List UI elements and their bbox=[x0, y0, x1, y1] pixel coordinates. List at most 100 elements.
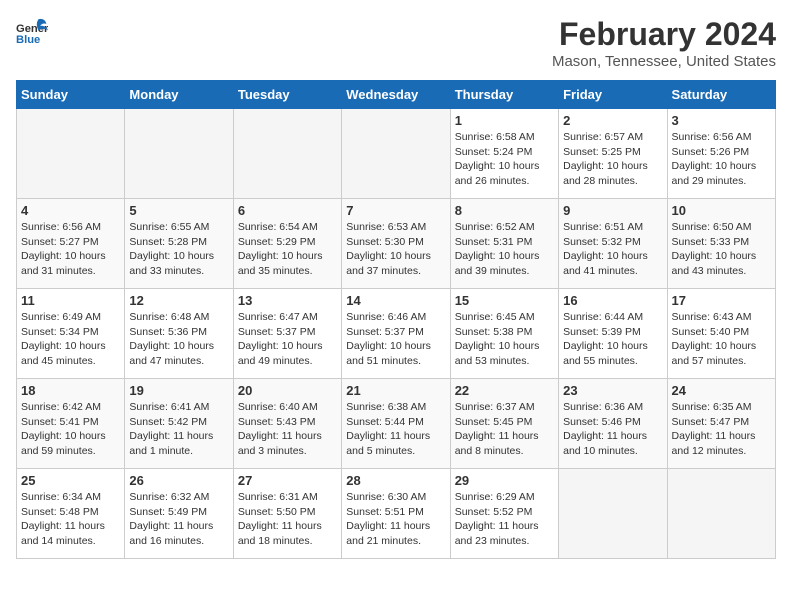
day-info: Sunrise: 6:37 AMSunset: 5:45 PMDaylight:… bbox=[455, 400, 554, 459]
page-subtitle: Mason, Tennessee, United States bbox=[552, 53, 776, 70]
calendar-header-row: SundayMondayTuesdayWednesdayThursdayFrid… bbox=[17, 81, 776, 109]
day-info: Sunrise: 6:50 AMSunset: 5:33 PMDaylight:… bbox=[672, 220, 771, 279]
page-header: General Blue February 2024 Mason, Tennes… bbox=[16, 16, 776, 70]
day-info: Sunrise: 6:35 AMSunset: 5:47 PMDaylight:… bbox=[672, 400, 771, 459]
day-info: Sunrise: 6:52 AMSunset: 5:31 PMDaylight:… bbox=[455, 220, 554, 279]
day-info: Sunrise: 6:40 AMSunset: 5:43 PMDaylight:… bbox=[238, 400, 337, 459]
day-number: 1 bbox=[455, 113, 554, 128]
day-info: Sunrise: 6:51 AMSunset: 5:32 PMDaylight:… bbox=[563, 220, 662, 279]
svg-text:General: General bbox=[16, 23, 48, 35]
calendar-cell: 25 Sunrise: 6:34 AMSunset: 5:48 PMDayligh… bbox=[17, 469, 125, 559]
day-info: Sunrise: 6:43 AMSunset: 5:40 PMDaylight:… bbox=[672, 310, 771, 369]
calendar-week-2: 4 Sunrise: 6:56 AMSunset: 5:27 PMDaylight… bbox=[17, 199, 776, 289]
calendar-week-5: 25 Sunrise: 6:34 AMSunset: 5:48 PMDayligh… bbox=[17, 469, 776, 559]
calendar-cell: 15 Sunrise: 6:45 AMSunset: 5:38 PMDayligh… bbox=[450, 289, 558, 379]
day-info: Sunrise: 6:34 AMSunset: 5:48 PMDaylight:… bbox=[21, 490, 120, 549]
calendar-week-4: 18 Sunrise: 6:42 AMSunset: 5:41 PMDayligh… bbox=[17, 379, 776, 469]
calendar-cell: 4 Sunrise: 6:56 AMSunset: 5:27 PMDaylight… bbox=[17, 199, 125, 289]
day-number: 9 bbox=[563, 203, 662, 218]
day-info: Sunrise: 6:30 AMSunset: 5:51 PMDaylight:… bbox=[346, 490, 445, 549]
calendar-cell bbox=[17, 109, 125, 199]
calendar-cell: 8 Sunrise: 6:52 AMSunset: 5:31 PMDaylight… bbox=[450, 199, 558, 289]
day-info: Sunrise: 6:58 AMSunset: 5:24 PMDaylight:… bbox=[455, 130, 554, 189]
calendar-cell: 17 Sunrise: 6:43 AMSunset: 5:40 PMDayligh… bbox=[667, 289, 775, 379]
day-number: 3 bbox=[672, 113, 771, 128]
day-info: Sunrise: 6:46 AMSunset: 5:37 PMDaylight:… bbox=[346, 310, 445, 369]
calendar-cell: 26 Sunrise: 6:32 AMSunset: 5:49 PMDayligh… bbox=[125, 469, 233, 559]
day-number: 29 bbox=[455, 473, 554, 488]
calendar-cell: 21 Sunrise: 6:38 AMSunset: 5:44 PMDayligh… bbox=[342, 379, 450, 469]
day-info: Sunrise: 6:41 AMSunset: 5:42 PMDaylight:… bbox=[129, 400, 228, 459]
page-title: February 2024 bbox=[552, 16, 776, 53]
day-number: 26 bbox=[129, 473, 228, 488]
day-info: Sunrise: 6:44 AMSunset: 5:39 PMDaylight:… bbox=[563, 310, 662, 369]
header-wednesday: Wednesday bbox=[342, 81, 450, 109]
calendar-cell: 23Sunrise: 6:36 AMSunset: 5:46 PMDayligh… bbox=[559, 379, 667, 469]
calendar-cell: 22Sunrise: 6:37 AMSunset: 5:45 PMDayligh… bbox=[450, 379, 558, 469]
header-thursday: Thursday bbox=[450, 81, 558, 109]
day-number: 11 bbox=[21, 293, 120, 308]
day-info: Sunrise: 6:38 AMSunset: 5:44 PMDaylight:… bbox=[346, 400, 445, 459]
calendar-cell: 9 Sunrise: 6:51 AMSunset: 5:32 PMDaylight… bbox=[559, 199, 667, 289]
day-number: 13 bbox=[238, 293, 337, 308]
day-info: Sunrise: 6:53 AMSunset: 5:30 PMDaylight:… bbox=[346, 220, 445, 279]
calendar-cell bbox=[342, 109, 450, 199]
day-number: 7 bbox=[346, 203, 445, 218]
calendar-cell: 13Sunrise: 6:47 AMSunset: 5:37 PMDayligh… bbox=[233, 289, 341, 379]
day-number: 21 bbox=[346, 383, 445, 398]
day-info: Sunrise: 6:55 AMSunset: 5:28 PMDaylight:… bbox=[129, 220, 228, 279]
calendar-cell: 28Sunrise: 6:30 AMSunset: 5:51 PMDayligh… bbox=[342, 469, 450, 559]
calendar-cell: 7 Sunrise: 6:53 AMSunset: 5:30 PMDaylight… bbox=[342, 199, 450, 289]
day-number: 16 bbox=[563, 293, 662, 308]
day-number: 18 bbox=[21, 383, 120, 398]
calendar-cell: 11 Sunrise: 6:49 AMSunset: 5:34 PMDayligh… bbox=[17, 289, 125, 379]
calendar-cell: 27Sunrise: 6:31 AMSunset: 5:50 PMDayligh… bbox=[233, 469, 341, 559]
day-number: 10 bbox=[672, 203, 771, 218]
svg-text:Blue: Blue bbox=[16, 34, 40, 46]
day-number: 6 bbox=[238, 203, 337, 218]
title-section: February 2024 Mason, Tennessee, United S… bbox=[552, 16, 776, 70]
calendar-cell: 14 Sunrise: 6:46 AMSunset: 5:37 PMDayligh… bbox=[342, 289, 450, 379]
header-sunday: Sunday bbox=[17, 81, 125, 109]
header-tuesday: Tuesday bbox=[233, 81, 341, 109]
day-number: 8 bbox=[455, 203, 554, 218]
day-info: Sunrise: 6:36 AMSunset: 5:46 PMDaylight:… bbox=[563, 400, 662, 459]
day-info: Sunrise: 6:56 AMSunset: 5:27 PMDaylight:… bbox=[21, 220, 120, 279]
day-number: 5 bbox=[129, 203, 228, 218]
day-number: 24 bbox=[672, 383, 771, 398]
calendar-cell bbox=[233, 109, 341, 199]
day-info: Sunrise: 6:42 AMSunset: 5:41 PMDaylight:… bbox=[21, 400, 120, 459]
day-number: 14 bbox=[346, 293, 445, 308]
day-number: 20 bbox=[238, 383, 337, 398]
logo: General Blue bbox=[16, 16, 48, 48]
header-monday: Monday bbox=[125, 81, 233, 109]
calendar-cell: 10 Sunrise: 6:50 AMSunset: 5:33 PMDayligh… bbox=[667, 199, 775, 289]
calendar-week-3: 11 Sunrise: 6:49 AMSunset: 5:34 PMDayligh… bbox=[17, 289, 776, 379]
calendar-cell: 3 Sunrise: 6:56 AMSunset: 5:26 PMDaylight… bbox=[667, 109, 775, 199]
day-info: Sunrise: 6:54 AMSunset: 5:29 PMDaylight:… bbox=[238, 220, 337, 279]
calendar-cell: 19Sunrise: 6:41 AMSunset: 5:42 PMDayligh… bbox=[125, 379, 233, 469]
day-info: Sunrise: 6:57 AMSunset: 5:25 PMDaylight:… bbox=[563, 130, 662, 189]
calendar-cell: 12 Sunrise: 6:48 AMSunset: 5:36 PMDayligh… bbox=[125, 289, 233, 379]
calendar-week-1: 1 Sunrise: 6:58 AMSunset: 5:24 PMDaylight… bbox=[17, 109, 776, 199]
day-info: Sunrise: 6:31 AMSunset: 5:50 PMDaylight:… bbox=[238, 490, 337, 549]
calendar-cell: 18 Sunrise: 6:42 AMSunset: 5:41 PMDayligh… bbox=[17, 379, 125, 469]
day-info: Sunrise: 6:56 AMSunset: 5:26 PMDaylight:… bbox=[672, 130, 771, 189]
day-number: 12 bbox=[129, 293, 228, 308]
day-number: 4 bbox=[21, 203, 120, 218]
day-number: 15 bbox=[455, 293, 554, 308]
calendar-cell: 1 Sunrise: 6:58 AMSunset: 5:24 PMDaylight… bbox=[450, 109, 558, 199]
calendar-cell: 2 Sunrise: 6:57 AMSunset: 5:25 PMDaylight… bbox=[559, 109, 667, 199]
header-saturday: Saturday bbox=[667, 81, 775, 109]
day-number: 17 bbox=[672, 293, 771, 308]
calendar-cell: 5 Sunrise: 6:55 AMSunset: 5:28 PMDaylight… bbox=[125, 199, 233, 289]
day-info: Sunrise: 6:32 AMSunset: 5:49 PMDaylight:… bbox=[129, 490, 228, 549]
day-number: 25 bbox=[21, 473, 120, 488]
calendar-cell: 29Sunrise: 6:29 AMSunset: 5:52 PMDayligh… bbox=[450, 469, 558, 559]
logo-icon: General Blue bbox=[16, 16, 48, 48]
day-number: 2 bbox=[563, 113, 662, 128]
day-info: Sunrise: 6:48 AMSunset: 5:36 PMDaylight:… bbox=[129, 310, 228, 369]
day-info: Sunrise: 6:45 AMSunset: 5:38 PMDaylight:… bbox=[455, 310, 554, 369]
day-info: Sunrise: 6:49 AMSunset: 5:34 PMDaylight:… bbox=[21, 310, 120, 369]
calendar-table: SundayMondayTuesdayWednesdayThursdayFrid… bbox=[16, 80, 776, 559]
